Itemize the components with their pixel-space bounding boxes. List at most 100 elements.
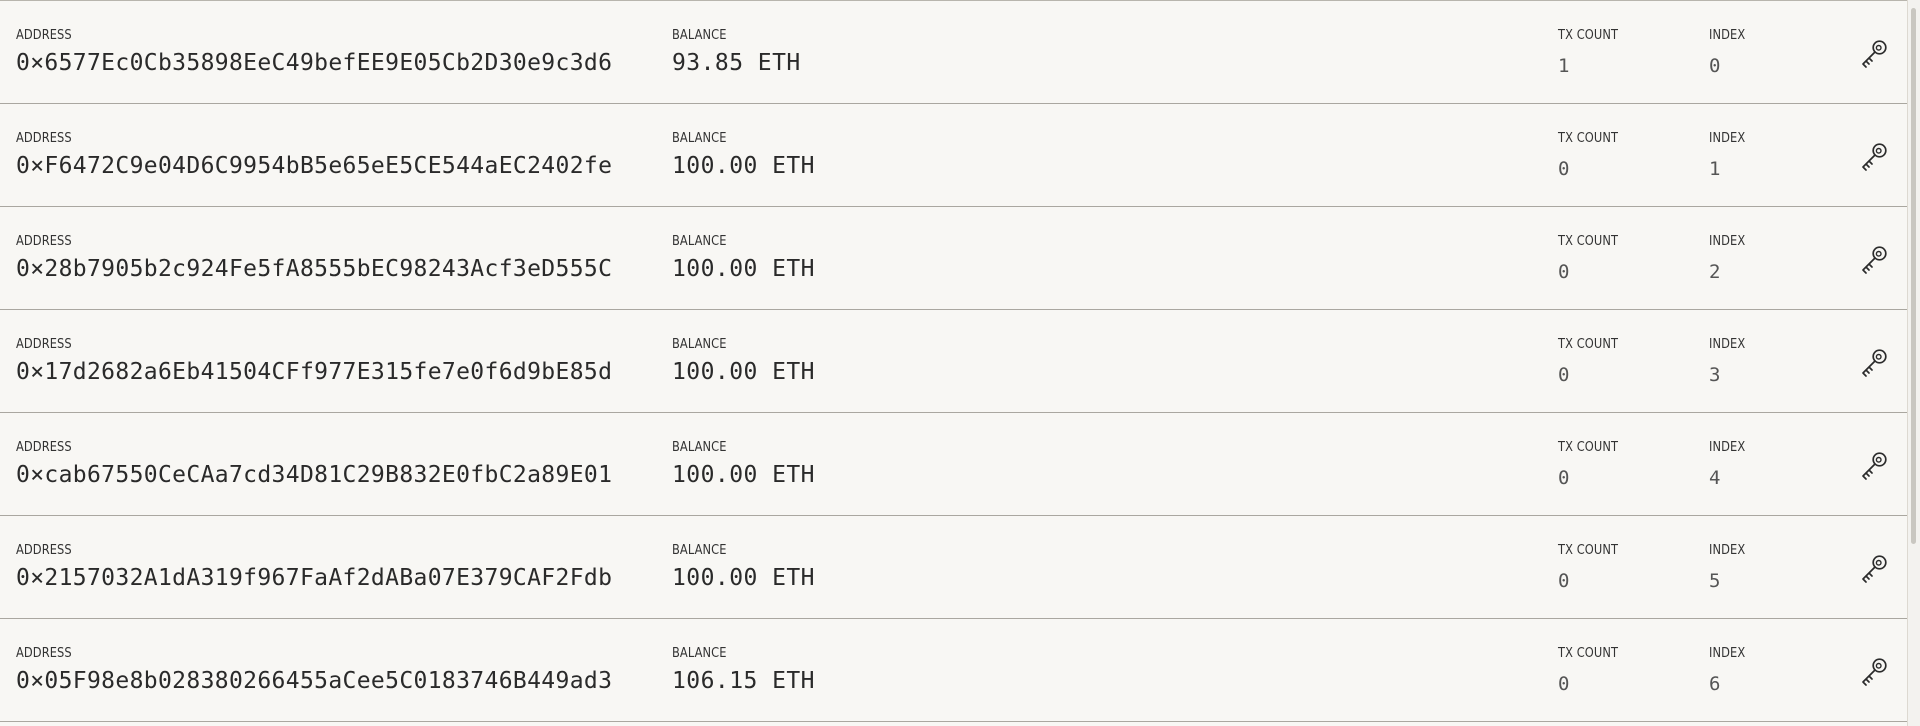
index-cell: INDEX 0 — [1709, 1, 1809, 103]
index-label: INDEX — [1709, 131, 1746, 146]
account-address: 0×2157032A1dA319f967FaAf2dABa07E379CAF2F… — [16, 565, 613, 591]
tx-count-label: TX COUNT — [1558, 234, 1619, 249]
show-keys-button[interactable] — [1855, 654, 1893, 690]
show-keys-button[interactable] — [1855, 448, 1893, 484]
tx-count-value: 0 — [1558, 673, 1570, 695]
balance-label: BALANCE — [672, 131, 727, 146]
address-label: ADDRESS — [16, 234, 72, 249]
tx-count-cell: TX COUNT 0 — [1558, 516, 1678, 618]
tx-count-label: TX COUNT — [1558, 131, 1619, 146]
address-label: ADDRESS — [16, 543, 72, 558]
show-keys-button[interactable] — [1855, 242, 1893, 278]
tx-count-label: TX COUNT — [1558, 440, 1619, 455]
account-balance: 100.00 ETH — [672, 359, 815, 385]
address-label: ADDRESS — [16, 646, 72, 661]
balance-cell: BALANCE 100.00 ETH — [672, 104, 932, 206]
index-value: 4 — [1709, 467, 1721, 489]
accounts-list: ADDRESS 0×6577Ec0Cb35898EeC49befEE9E05Cb… — [0, 0, 1907, 726]
index-label: INDEX — [1709, 234, 1746, 249]
balance-cell: BALANCE 100.00 ETH — [672, 310, 932, 412]
balance-cell: BALANCE 100.00 ETH — [672, 413, 932, 515]
index-cell: INDEX 4 — [1709, 413, 1809, 515]
tx-count-cell: TX COUNT 0 — [1558, 207, 1678, 309]
balance-cell: BALANCE 100.00 ETH — [672, 207, 932, 309]
account-row: ADDRESS 0×28b7905b2c924Fe5fA8555bEC98243… — [0, 207, 1907, 310]
balance-label: BALANCE — [672, 440, 727, 455]
account-row: ADDRESS 0×6577Ec0Cb35898EeC49befEE9E05Cb… — [0, 1, 1907, 104]
index-value: 3 — [1709, 364, 1721, 386]
account-balance: 93.85 ETH — [672, 50, 801, 76]
key-icon — [1862, 40, 1887, 68]
account-address: 0×17d2682a6Eb41504CFf977E315fe7e0f6d9bE8… — [16, 359, 613, 385]
account-balance: 100.00 ETH — [672, 256, 815, 282]
account-address: 0×cab67550CeCAa7cd34D81C29B832E0fbC2a89E… — [16, 462, 613, 488]
key-icon — [1862, 658, 1887, 686]
account-balance: 106.15 ETH — [672, 668, 815, 694]
index-value: 2 — [1709, 261, 1721, 283]
tx-count-label: TX COUNT — [1558, 28, 1619, 43]
key-icon — [1862, 143, 1887, 171]
index-label: INDEX — [1709, 646, 1746, 661]
balance-label: BALANCE — [672, 337, 727, 352]
balance-cell: BALANCE 93.85 ETH — [672, 1, 932, 103]
key-icon — [1862, 452, 1887, 480]
index-cell: INDEX 2 — [1709, 207, 1809, 309]
tx-count-label: TX COUNT — [1558, 646, 1619, 661]
show-keys-button[interactable] — [1855, 345, 1893, 381]
tx-count-label: TX COUNT — [1558, 337, 1619, 352]
tx-count-value: 0 — [1558, 364, 1570, 386]
tx-count-value: 0 — [1558, 261, 1570, 283]
key-icon — [1862, 246, 1887, 274]
index-value: 1 — [1709, 158, 1721, 180]
address-label: ADDRESS — [16, 440, 72, 455]
index-cell: INDEX 6 — [1709, 619, 1809, 721]
index-value: 6 — [1709, 673, 1721, 695]
address-cell: ADDRESS 0×17d2682a6Eb41504CFf977E315fe7e… — [16, 310, 656, 412]
account-balance: 100.00 ETH — [672, 153, 815, 179]
balance-label: BALANCE — [672, 646, 727, 661]
address-cell: ADDRESS 0×cab67550CeCAa7cd34D81C29B832E0… — [16, 413, 656, 515]
account-address: 0×28b7905b2c924Fe5fA8555bEC98243Acf3eD55… — [16, 256, 613, 282]
index-value: 5 — [1709, 570, 1721, 592]
vertical-scrollbar[interactable] — [1907, 0, 1920, 726]
index-label: INDEX — [1709, 28, 1746, 43]
key-icon — [1862, 555, 1887, 583]
balance-label: BALANCE — [672, 543, 727, 558]
account-row: ADDRESS 0×cab67550CeCAa7cd34D81C29B832E0… — [0, 413, 1907, 516]
index-label: INDEX — [1709, 440, 1746, 455]
account-row: ADDRESS 0×17d2682a6Eb41504CFf977E315fe7e… — [0, 310, 1907, 413]
address-cell: ADDRESS 0×2157032A1dA319f967FaAf2dABa07E… — [16, 516, 656, 618]
show-keys-button[interactable] — [1855, 139, 1893, 175]
tx-count-cell: TX COUNT 0 — [1558, 413, 1678, 515]
address-cell: ADDRESS 0×6577Ec0Cb35898EeC49befEE9E05Cb… — [16, 1, 656, 103]
scrollbar-thumb[interactable] — [1911, 8, 1916, 544]
address-label: ADDRESS — [16, 337, 72, 352]
index-label: INDEX — [1709, 337, 1746, 352]
address-cell: ADDRESS 0×F6472C9e04D6C9954bB5e65eE5CE54… — [16, 104, 656, 206]
tx-count-value: 1 — [1558, 55, 1570, 77]
balance-label: BALANCE — [672, 234, 727, 249]
index-label: INDEX — [1709, 543, 1746, 558]
tx-count-cell: TX COUNT 0 — [1558, 619, 1678, 721]
tx-count-value: 0 — [1558, 158, 1570, 180]
address-label: ADDRESS — [16, 28, 72, 43]
address-label: ADDRESS — [16, 131, 72, 146]
tx-count-label: TX COUNT — [1558, 543, 1619, 558]
account-address: 0×05F98e8b028380266455aCee5C0183746B449a… — [16, 668, 613, 694]
tx-count-cell: TX COUNT 1 — [1558, 1, 1678, 103]
index-cell: INDEX 3 — [1709, 310, 1809, 412]
tx-count-cell: TX COUNT 0 — [1558, 104, 1678, 206]
index-cell: INDEX 5 — [1709, 516, 1809, 618]
index-value: 0 — [1709, 55, 1721, 77]
address-cell: ADDRESS 0×05F98e8b028380266455aCee5C0183… — [16, 619, 656, 721]
balance-cell: BALANCE 100.00 ETH — [672, 516, 932, 618]
tx-count-cell: TX COUNT 0 — [1558, 310, 1678, 412]
show-keys-button[interactable] — [1855, 551, 1893, 587]
show-keys-button[interactable] — [1855, 36, 1893, 72]
account-address: 0×F6472C9e04D6C9954bB5e65eE5CE544aEC2402… — [16, 153, 613, 179]
address-cell: ADDRESS 0×28b7905b2c924Fe5fA8555bEC98243… — [16, 207, 656, 309]
index-cell: INDEX 1 — [1709, 104, 1809, 206]
account-address: 0×6577Ec0Cb35898EeC49befEE9E05Cb2D30e9c3… — [16, 50, 613, 76]
tx-count-value: 0 — [1558, 467, 1570, 489]
balance-cell: BALANCE 106.15 ETH — [672, 619, 932, 721]
